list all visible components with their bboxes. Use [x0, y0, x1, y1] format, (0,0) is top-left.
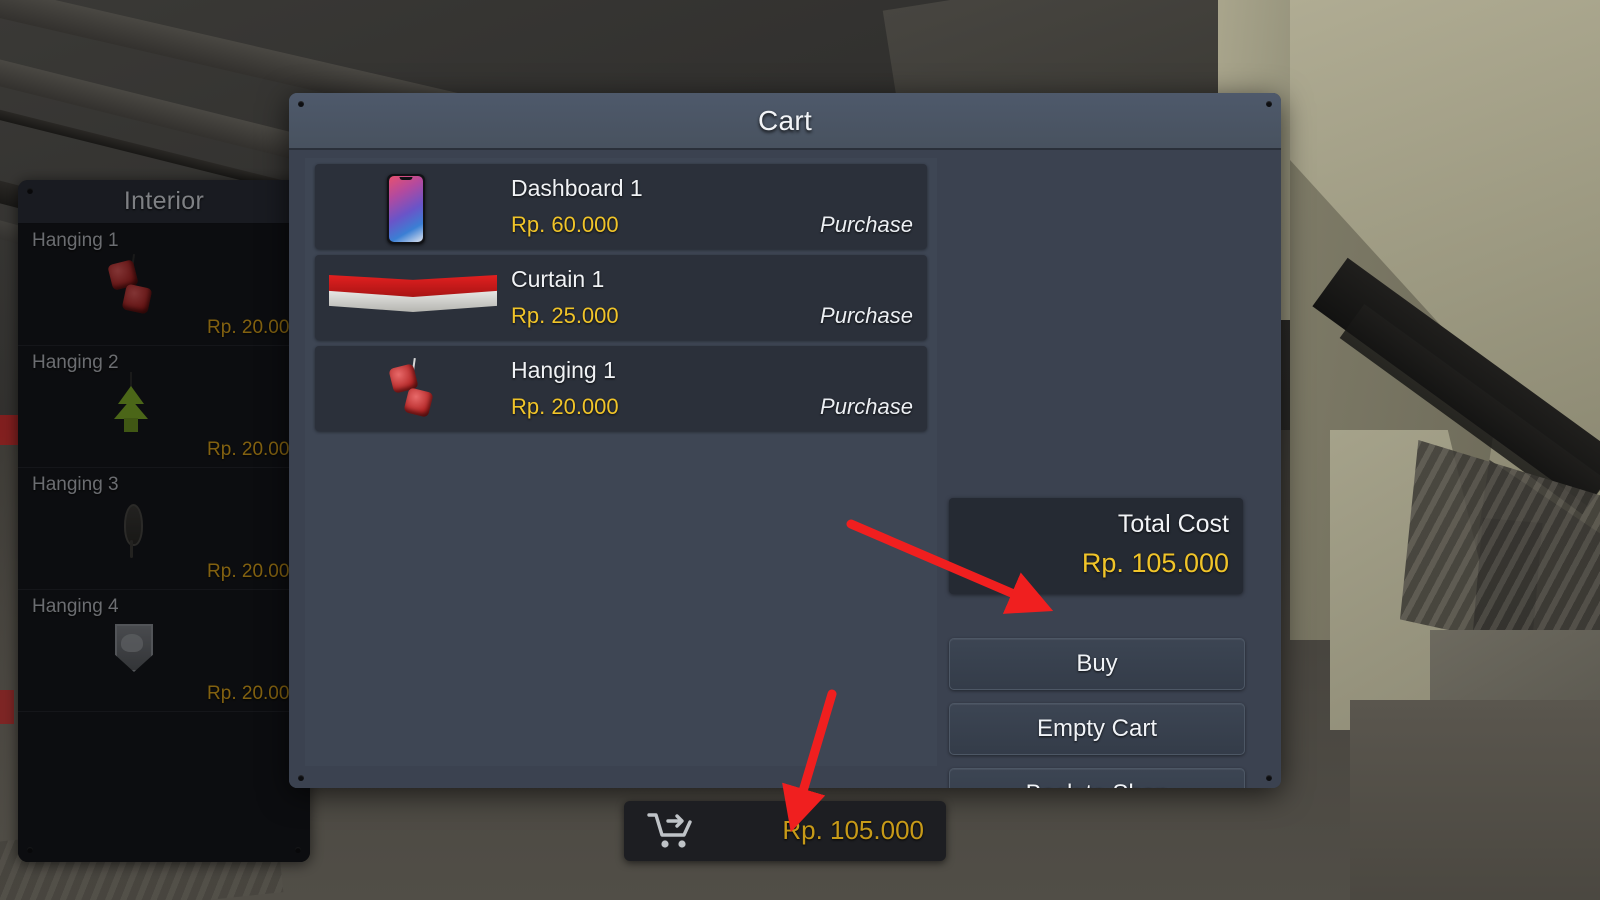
item-label: Hanging 2 [32, 352, 119, 373]
cart-item-price: Rp. 20.000 [511, 394, 619, 419]
item-price: Rp. 20.000 [207, 561, 300, 582]
screw-dot-icon [1266, 775, 1272, 781]
floor-far [1350, 700, 1600, 900]
cart-item-name: Dashboard 1 [511, 175, 643, 201]
phone-icon [327, 170, 499, 244]
buy-button[interactable]: Buy [949, 638, 1245, 690]
dice-hanging-icon [327, 352, 499, 426]
screw-dot-icon [298, 775, 304, 781]
cart-item-price: Rp. 60.000 [511, 212, 619, 237]
list-item[interactable]: Hanging 1 Rp. 20.000 [18, 224, 310, 346]
list-item[interactable]: Hanging 2 Rp. 20.000 [18, 346, 310, 468]
cart-dialog: Cart Dashboard 1 Rp. 60.000 Purchase Cur… [289, 93, 1281, 788]
purchase-button[interactable]: Purchase [820, 303, 913, 329]
screen: Interior Hanging 1 Rp. 20.000 Hanging 2 … [0, 0, 1600, 900]
cart-items-panel[interactable]: Dashboard 1 Rp. 60.000 Purchase Curtain … [305, 158, 937, 766]
item-price: Rp. 20.000 [207, 683, 300, 704]
interior-panel-header: Interior [18, 180, 310, 224]
empty-cart-button[interactable]: Empty Cart [949, 703, 1245, 755]
screw-dot-icon [295, 847, 301, 853]
list-item[interactable]: Hanging 3 Rp. 20.000 [18, 468, 310, 590]
item-label: Hanging 1 [32, 230, 119, 251]
total-cost-label: Total Cost [1117, 510, 1229, 538]
pendant-icon [90, 494, 172, 566]
cart-row[interactable]: Dashboard 1 Rp. 60.000 Purchase [315, 164, 927, 249]
red-object [0, 415, 20, 445]
screw-dot-icon [1266, 101, 1272, 107]
item-price: Rp. 20.000 [207, 439, 300, 460]
cart-item-price: Rp. 25.000 [511, 303, 619, 328]
item-label: Hanging 4 [32, 596, 119, 617]
purchase-button[interactable]: Purchase [820, 212, 913, 238]
cart-item-name: Hanging 1 [511, 357, 616, 383]
interior-panel-title: Interior [123, 187, 205, 215]
cart-total-amount: Rp. 105.000 [782, 815, 924, 845]
cart-title-bar: Cart [289, 93, 1281, 150]
total-cost-value: Rp. 105.000 [1081, 548, 1229, 578]
item-price: Rp. 20.000 [207, 317, 300, 338]
cart-row[interactable]: Curtain 1 Rp. 25.000 Purchase [315, 255, 927, 340]
item-label: Hanging 3 [32, 474, 119, 495]
cart-dialog-title: Cart [757, 104, 813, 136]
cart-item-name: Curtain 1 [511, 266, 605, 292]
interior-item-list[interactable]: Hanging 1 Rp. 20.000 Hanging 2 Rp. 20.00… [18, 224, 310, 862]
list-item[interactable]: Hanging 4 Rp. 20.000 [18, 590, 310, 712]
total-cost-box: Total Cost Rp. 105.000 [949, 498, 1243, 594]
empty-list-area [18, 712, 310, 862]
add-to-cart-icon [646, 810, 700, 857]
screw-dot-icon [27, 847, 33, 853]
purchase-button[interactable]: Purchase [820, 394, 913, 420]
cart-row[interactable]: Hanging 1 Rp. 20.000 Purchase [315, 346, 927, 431]
screw-dot-icon [27, 188, 33, 194]
screw-dot-icon [298, 101, 304, 107]
back-to-shop-button[interactable]: Back to Shop [949, 768, 1245, 788]
cart-total-bar[interactable]: Rp. 105.000 [624, 801, 946, 861]
cart-dialog-body: Dashboard 1 Rp. 60.000 Purchase Curtain … [289, 150, 1281, 788]
tree-air-freshener-icon [90, 372, 172, 444]
interior-shop-panel[interactable]: Interior Hanging 1 Rp. 20.000 Hanging 2 … [18, 180, 310, 862]
dice-hanging-icon [90, 250, 172, 322]
curtain-icon [327, 261, 499, 335]
badge-icon [90, 616, 172, 688]
red-object [0, 690, 14, 724]
